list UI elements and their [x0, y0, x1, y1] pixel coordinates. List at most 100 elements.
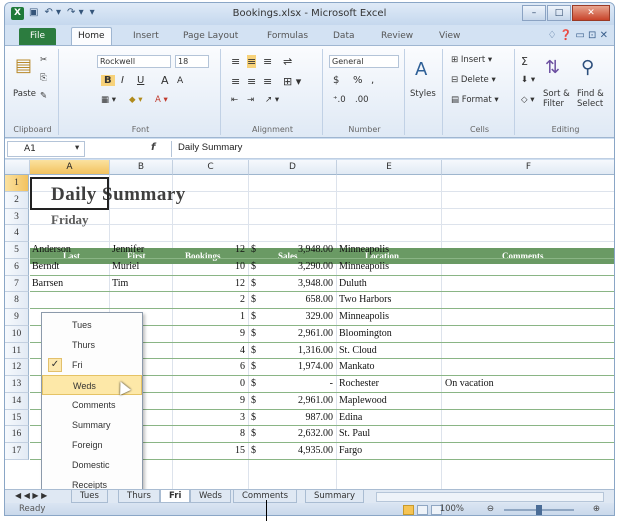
- sheet-tab-thurs[interactable]: Thurs: [118, 490, 160, 503]
- tab-formulas[interactable]: Formulas: [267, 31, 308, 41]
- paste-icon[interactable]: ▤: [15, 55, 32, 76]
- tab-page-layout[interactable]: Page Layout: [183, 31, 238, 41]
- align-left-icon[interactable]: ≡: [231, 75, 240, 88]
- column-header-f[interactable]: F: [442, 160, 614, 175]
- row-header[interactable]: 11: [5, 342, 29, 360]
- menu-item-thurs[interactable]: Thurs: [42, 335, 142, 355]
- tab-review[interactable]: Review: [381, 31, 413, 41]
- row-header[interactable]: 16: [5, 426, 29, 443]
- select-all-corner[interactable]: [5, 160, 30, 175]
- sort-filter-button[interactable]: Sort & Filter: [543, 89, 570, 109]
- tab-data[interactable]: Data: [333, 31, 355, 41]
- align-right-icon[interactable]: ≡: [263, 75, 272, 88]
- delete-cells-button[interactable]: ⊟ Delete ▾: [451, 75, 496, 85]
- sheet-tab-weds[interactable]: Weds: [190, 490, 231, 503]
- merge-center-icon[interactable]: ⊞ ▾: [283, 75, 301, 88]
- row-header[interactable]: 7: [5, 275, 29, 293]
- bold-button[interactable]: B: [101, 75, 115, 86]
- sheet-tab-summary[interactable]: Summary: [305, 490, 365, 503]
- tab-file[interactable]: File: [19, 28, 56, 45]
- row-header[interactable]: 1: [5, 175, 29, 192]
- row-header[interactable]: 10: [5, 325, 29, 343]
- menu-item-tues[interactable]: Tues: [42, 315, 142, 335]
- percent-button[interactable]: %: [353, 75, 363, 86]
- align-bottom-icon[interactable]: ≡: [263, 55, 272, 68]
- page-layout-view-button[interactable]: [417, 505, 428, 515]
- menu-item-summary[interactable]: Summary: [42, 415, 142, 435]
- font-color-icon[interactable]: A ▾: [155, 95, 168, 105]
- sheet-tab-tues[interactable]: Tues: [71, 490, 108, 503]
- sort-filter-icon[interactable]: ⇅: [545, 57, 560, 78]
- number-format-combo[interactable]: General: [329, 55, 399, 68]
- autosum-button[interactable]: Σ: [521, 55, 528, 68]
- font-size-combo[interactable]: 18: [175, 55, 209, 68]
- row-header[interactable]: 8: [5, 292, 29, 309]
- find-select-icon[interactable]: ⚲: [581, 57, 594, 78]
- fill-color-icon[interactable]: ◆ ▾: [129, 95, 143, 105]
- formula-input[interactable]: Daily Summary: [171, 141, 608, 157]
- zoom-slider-knob[interactable]: [536, 505, 542, 515]
- styles-icon[interactable]: A: [415, 59, 427, 80]
- ribbon-help-icons[interactable]: ♢ ❓ ▭ ⊡ ✕: [548, 30, 608, 41]
- horizontal-scrollbar[interactable]: [376, 492, 604, 502]
- increase-decimal-icon[interactable]: ⁺.0: [333, 95, 346, 105]
- tab-insert[interactable]: Insert: [133, 31, 159, 41]
- row-header[interactable]: 5: [5, 242, 29, 259]
- find-select-button[interactable]: Find & Select: [577, 89, 604, 109]
- borders-icon[interactable]: ▦ ▾: [101, 95, 116, 105]
- row-header[interactable]: 6: [5, 258, 29, 276]
- decrease-decimal-icon[interactable]: .00: [355, 95, 369, 105]
- paste-button[interactable]: Paste: [13, 89, 36, 99]
- column-header-c[interactable]: C: [173, 160, 249, 175]
- decrease-indent-icon[interactable]: ⇤: [231, 95, 238, 105]
- align-top-icon[interactable]: ≡: [231, 55, 240, 68]
- row-header[interactable]: 15: [5, 409, 29, 427]
- styles-button[interactable]: Styles: [410, 89, 436, 99]
- column-header-d[interactable]: D: [249, 160, 337, 175]
- insert-cells-button[interactable]: ⊞ Insert ▾: [451, 55, 492, 65]
- close-button[interactable]: ✕: [572, 5, 610, 21]
- format-painter-icon[interactable]: ✎: [40, 91, 47, 101]
- increase-indent-icon[interactable]: ⇥: [247, 95, 254, 105]
- zoom-in-button[interactable]: ⊕: [593, 504, 600, 514]
- currency-button[interactable]: $: [333, 75, 339, 86]
- row-header[interactable]: 17: [5, 443, 29, 460]
- name-box[interactable]: A1: [7, 141, 85, 157]
- menu-item-comments[interactable]: Comments: [42, 395, 142, 415]
- row-header[interactable]: 14: [5, 392, 29, 410]
- row-header[interactable]: 3: [5, 208, 29, 226]
- column-header-b[interactable]: B: [110, 160, 173, 175]
- copy-icon[interactable]: ⎘: [40, 73, 47, 83]
- shrink-font-button[interactable]: A: [177, 76, 183, 86]
- column-header-e[interactable]: E: [337, 160, 442, 175]
- minimize-button[interactable]: –: [522, 5, 546, 21]
- underline-button[interactable]: U: [137, 75, 144, 86]
- zoom-out-button[interactable]: ⊖: [487, 504, 494, 514]
- menu-item-fri[interactable]: Fri ✓: [42, 355, 142, 375]
- tab-home[interactable]: Home: [71, 27, 112, 45]
- format-cells-button[interactable]: ▤ Format ▾: [451, 95, 499, 105]
- zoom-level[interactable]: 100%: [440, 504, 464, 514]
- row-header[interactable]: 4: [5, 225, 29, 242]
- clear-icon[interactable]: ◇ ▾: [521, 95, 535, 105]
- maximize-button[interactable]: □: [547, 5, 571, 21]
- name-box-dropdown-icon[interactable]: ▾: [75, 143, 79, 153]
- row-header[interactable]: 2: [5, 191, 29, 209]
- insert-function-icon[interactable]: f: [151, 142, 155, 153]
- row-header[interactable]: 13: [5, 376, 29, 393]
- tab-view[interactable]: View: [439, 31, 460, 41]
- wrap-text-icon[interactable]: ⇌: [283, 55, 292, 68]
- menu-item-domestic[interactable]: Domestic: [42, 455, 142, 475]
- align-middle-icon[interactable]: ≡: [247, 55, 257, 68]
- sheet-tab-fri[interactable]: Fri: [160, 490, 191, 503]
- italic-button[interactable]: I: [121, 75, 124, 86]
- align-center-icon[interactable]: ≡: [247, 75, 256, 88]
- cut-icon[interactable]: ✂: [40, 55, 47, 65]
- normal-view-button[interactable]: [403, 505, 414, 515]
- sheet-nav-buttons[interactable]: ◀ ◀ ▶ ▶: [15, 491, 47, 500]
- font-name-combo[interactable]: Rockwell: [97, 55, 171, 68]
- menu-item-foreign[interactable]: Foreign: [42, 435, 142, 455]
- grow-font-button[interactable]: A: [161, 74, 169, 87]
- row-header[interactable]: 12: [5, 359, 29, 376]
- orientation-icon[interactable]: ↗ ▾: [265, 95, 279, 105]
